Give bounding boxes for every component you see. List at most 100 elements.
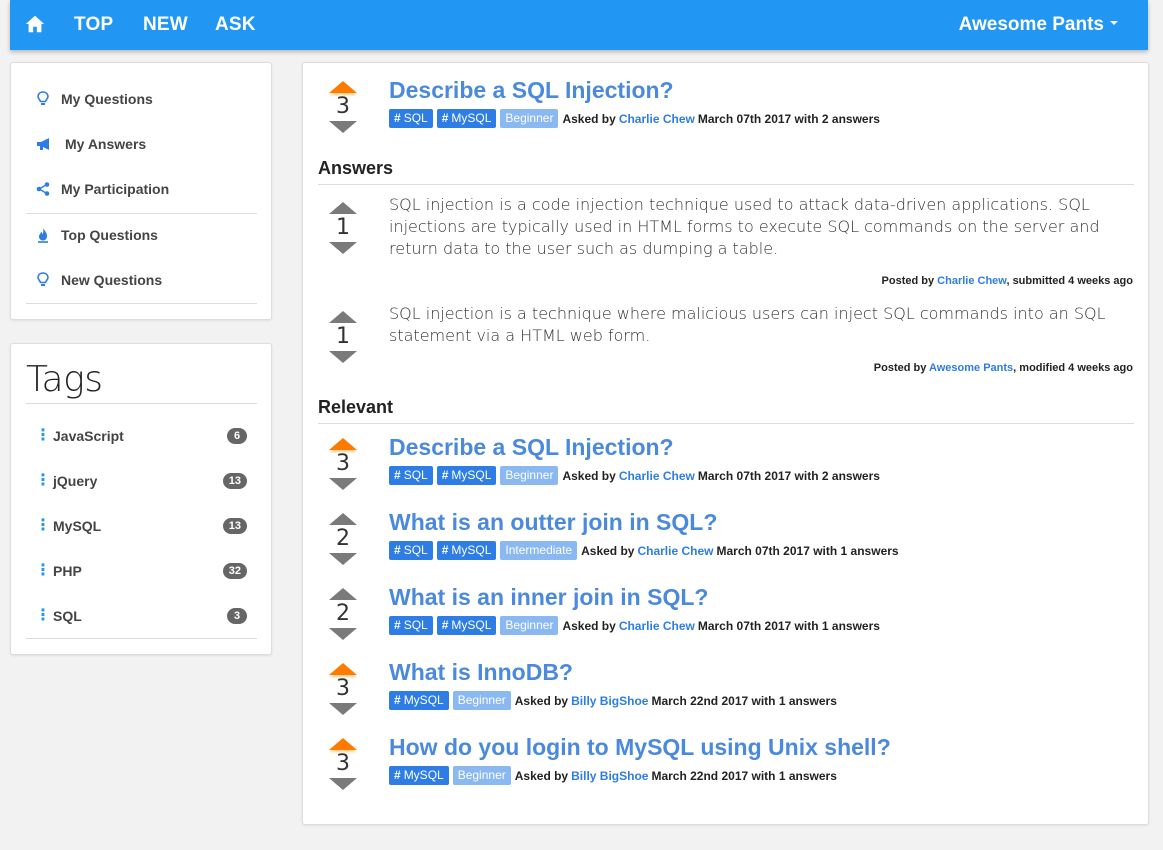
relevant-vote: 3 xyxy=(323,738,363,790)
upvote-arrow-icon[interactable] xyxy=(329,202,357,214)
upvote-arrow-icon[interactable] xyxy=(329,738,357,750)
answer-vote: 1 xyxy=(323,311,363,363)
tag-badge[interactable]: # MySQL xyxy=(436,466,497,485)
vote-count: 3 xyxy=(336,451,350,476)
downvote-arrow-icon[interactable] xyxy=(329,553,357,565)
relevant-question-title[interactable]: What is an outter join in SQL? xyxy=(389,509,717,536)
author-link[interactable]: Billy BigShoe xyxy=(571,694,648,708)
tag-badge-label: SQL xyxy=(403,111,428,125)
tag-name: JavaScript xyxy=(53,428,124,444)
tag-badge-label: MySQL xyxy=(451,543,492,557)
relevant-vote: 2 xyxy=(323,513,363,565)
author-link[interactable]: Charlie Chew xyxy=(937,275,1006,287)
author-link[interactable]: Charlie Chew xyxy=(619,619,695,633)
tag-badge[interactable]: # MySQL xyxy=(389,691,449,710)
menu-top-questions[interactable]: Top Questions xyxy=(35,227,158,243)
menu-new-questions[interactable]: New Questions xyxy=(35,272,162,288)
relevant-question-title[interactable]: What is InnoDB? xyxy=(389,659,573,686)
relevant-question-meta: # SQL # MySQL Beginner Asked by Charlie Ch… xyxy=(389,616,880,635)
level-badge[interactable]: Beginner xyxy=(452,766,511,785)
level-badge[interactable]: Intermediate xyxy=(500,541,578,560)
tag-item-javascript[interactable]: ⋮ JavaScript 6 xyxy=(35,426,247,446)
downvote-arrow-icon[interactable] xyxy=(329,121,357,133)
level-badge[interactable]: Beginner xyxy=(500,109,559,128)
relevant-question-title[interactable]: Describe a SQL Injection? xyxy=(389,434,674,461)
answer-text: SQL injection is a code injection techni… xyxy=(389,195,1100,258)
upvote-arrow-icon[interactable] xyxy=(329,513,357,525)
author-link[interactable]: Billy BigShoe xyxy=(571,769,648,783)
upvote-arrow-icon[interactable] xyxy=(329,311,357,323)
relevant-question-title[interactable]: How do you login to MySQL using Unix she… xyxy=(389,734,891,761)
asked-by-label: Asked by xyxy=(581,543,635,558)
tag-count: 13 xyxy=(222,518,247,534)
answer-vote: 1 xyxy=(323,202,363,254)
level-badge[interactable]: Beginner xyxy=(500,466,559,485)
date-info: March 07th 2017 with 1 answers xyxy=(716,543,899,558)
author-link[interactable]: Charlie Chew xyxy=(637,544,713,558)
tag-item-sql[interactable]: ⋮ SQL 3 xyxy=(35,606,247,626)
relevant-vote: 3 xyxy=(323,438,363,490)
menu-my-questions[interactable]: My Questions xyxy=(35,91,153,107)
relevant-question-title[interactable]: What is an inner join in SQL? xyxy=(389,584,708,611)
megaphone-icon xyxy=(35,136,55,152)
downvote-arrow-icon[interactable] xyxy=(329,478,357,490)
tag-name: jQuery xyxy=(53,473,98,489)
question-title[interactable]: Describe a SQL Injection? xyxy=(389,77,674,104)
upvote-arrow-icon[interactable] xyxy=(329,588,357,600)
upvote-arrow-icon[interactable] xyxy=(329,663,357,675)
downvote-arrow-icon[interactable] xyxy=(329,778,357,790)
vote-count: 1 xyxy=(336,215,350,240)
upvote-arrow-icon[interactable] xyxy=(329,438,357,450)
tag-badge[interactable]: # SQL xyxy=(389,541,433,560)
tag-badge[interactable]: # SQL xyxy=(389,109,433,128)
asked-by-label: Asked by xyxy=(514,693,569,708)
posted-by-label: Posted by xyxy=(881,275,935,287)
vote-count: 2 xyxy=(336,601,350,626)
tag-item-jquery[interactable]: ⋮ jQuery 13 xyxy=(35,471,247,491)
answers-heading: Answers xyxy=(318,158,394,178)
tag-badge-label: SQL xyxy=(403,618,428,632)
downvote-arrow-icon[interactable] xyxy=(329,703,357,715)
date-info: March 22nd 2017 with 1 answers xyxy=(651,768,837,783)
tag-badge[interactable]: # MySQL xyxy=(436,541,497,560)
top-navbar: TOP NEW ASK Awesome Pants xyxy=(10,0,1148,50)
downvote-arrow-icon[interactable] xyxy=(329,628,357,640)
tag-badge-label: SQL xyxy=(403,543,428,557)
tag-name: SQL xyxy=(53,608,82,624)
section-divider xyxy=(318,423,1134,424)
menu-label: My Questions xyxy=(61,91,153,107)
author-link[interactable]: Charlie Chew xyxy=(619,469,695,483)
home-icon[interactable] xyxy=(24,13,46,35)
menu-my-answers[interactable]: My Answers xyxy=(35,136,146,152)
tag-badge[interactable]: # SQL xyxy=(389,616,433,635)
tag-badge[interactable]: # MySQL xyxy=(436,109,497,128)
tag-count: 32 xyxy=(222,563,247,579)
author-link[interactable]: Awesome Pants xyxy=(929,362,1013,374)
nav-top[interactable]: TOP xyxy=(74,14,113,36)
user-menu[interactable]: Awesome Pants xyxy=(959,14,1118,36)
tag-badge-label: SQL xyxy=(403,468,428,482)
tag-badge[interactable]: # MySQL xyxy=(389,766,449,785)
downvote-arrow-icon[interactable] xyxy=(329,351,357,363)
tag-item-mysql[interactable]: ⋮ MySQL 13 xyxy=(35,516,247,536)
nav-ask[interactable]: ASK xyxy=(215,14,256,36)
upvote-arrow-icon[interactable] xyxy=(329,81,357,93)
menu-my-participation[interactable]: My Participation xyxy=(35,181,169,197)
relevant-question-meta: # MySQL Beginner Asked by Billy BigShoe M… xyxy=(389,766,837,785)
section-divider xyxy=(318,184,1134,185)
nav-new[interactable]: NEW xyxy=(143,14,188,36)
downvote-arrow-icon[interactable] xyxy=(329,242,357,254)
posted-by-label: Posted by xyxy=(873,362,927,374)
tag-name: MySQL xyxy=(53,518,102,534)
author-link[interactable]: Charlie Chew xyxy=(619,112,695,126)
caret-down-icon xyxy=(1110,20,1118,25)
tag-item-php[interactable]: ⋮ PHP 32 xyxy=(35,561,247,581)
date-info: March 07th 2017 with 2 answers xyxy=(697,468,880,483)
level-badge[interactable]: Beginner xyxy=(452,691,511,710)
level-badge[interactable]: Beginner xyxy=(500,616,559,635)
menu-divider xyxy=(26,213,257,214)
tag-badge[interactable]: # MySQL xyxy=(436,616,497,635)
menu-label: Top Questions xyxy=(61,227,158,243)
tag-badge[interactable]: # SQL xyxy=(389,466,433,485)
tag-badge-label: MySQL xyxy=(403,768,444,782)
